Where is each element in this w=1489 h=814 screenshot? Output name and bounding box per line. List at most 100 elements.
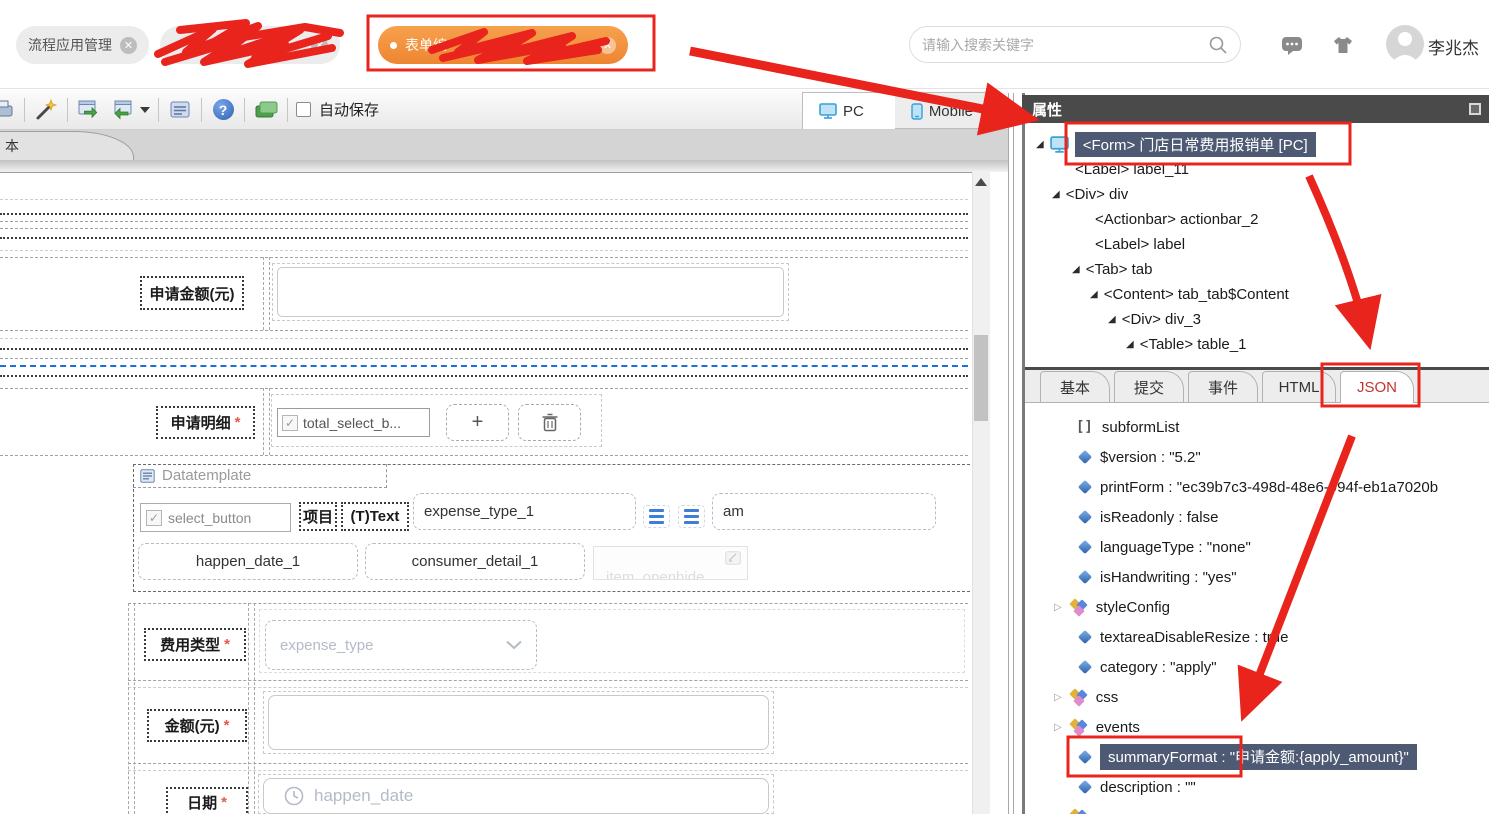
message-icon[interactable] — [1281, 34, 1303, 56]
amount-label[interactable]: 金额(元) * — [147, 709, 247, 742]
top-tab-process-management[interactable]: 流程应用管理 ✕ — [16, 26, 149, 64]
select-button-checkbox[interactable]: ✓ select_button — [140, 503, 291, 532]
cell-border — [248, 603, 249, 814]
expense-type-1-input[interactable]: expense_type_1 — [413, 493, 636, 530]
datatemplate-header[interactable]: Datatemplate — [133, 464, 387, 488]
form-list-icon[interactable] — [167, 97, 193, 123]
tree-node-label: <Div> div — [1065, 186, 1129, 203]
import-icon[interactable] — [110, 97, 136, 123]
json-row-description[interactable]: description : "" — [1077, 772, 1196, 802]
apply-amount-input[interactable] — [277, 267, 784, 317]
grid-line — [0, 375, 968, 377]
search-input[interactable] — [922, 36, 1208, 53]
property-diamond-icon — [1077, 539, 1093, 555]
tree-row-div3[interactable]: ◢ <Div> div_3 — [1108, 307, 1201, 332]
checkbox-checked-icon[interactable]: ✓ — [282, 414, 298, 431]
layers-icon[interactable] — [253, 97, 279, 123]
text-type-label[interactable]: (T)Text — [341, 502, 409, 531]
consumer-detail-1-input[interactable]: consumer_detail_1 — [365, 543, 585, 580]
json-row-styleConfig[interactable]: ▷ styleConfig — [1054, 592, 1170, 622]
amount-1-input[interactable]: am — [712, 493, 936, 530]
add-row-button[interactable]: + — [446, 404, 509, 441]
json-row-summaryFormat[interactable]: summaryFormat : "申请金额:{apply_amount}" — [1077, 742, 1417, 772]
close-icon[interactable]: ✕ — [120, 36, 137, 54]
tree-row-table1[interactable]: ◢ <Table> table_1 — [1126, 332, 1246, 357]
item-openhide-field[interactable]: item_openhide — [593, 546, 748, 580]
close-icon[interactable]: ✕ — [311, 36, 328, 54]
scroll-thumb[interactable] — [974, 335, 988, 421]
delete-row-button[interactable] — [518, 404, 581, 441]
json-row-isReadonly[interactable]: isReadonly : false — [1077, 502, 1218, 532]
list-config-icon[interactable] — [678, 505, 705, 528]
expander-icon[interactable]: ◢ — [1108, 314, 1116, 325]
avatar[interactable] — [1386, 25, 1424, 63]
top-tab-form-editor[interactable]: 表单编 ✕ — [378, 26, 628, 64]
tree-row-content[interactable]: ◢ <Content> tab_tab$Content — [1090, 282, 1289, 307]
item-label[interactable]: 项目 — [299, 502, 337, 531]
scroll-up-icon[interactable] — [975, 178, 987, 186]
happen-date-input[interactable]: happen_date — [263, 778, 769, 814]
expander-icon[interactable]: ◢ — [1090, 289, 1098, 300]
json-row-languageType[interactable]: languageType : "none" — [1077, 532, 1251, 562]
tree-row-actionbar[interactable]: <Actionbar> actionbar_2 — [1095, 207, 1258, 232]
tab-html[interactable]: HTML — [1262, 371, 1336, 402]
tab-json[interactable]: JSON — [1340, 371, 1414, 403]
property-diamond-icon — [1077, 749, 1093, 765]
expander-icon[interactable]: ▷ — [1054, 602, 1062, 613]
required-mark: * — [223, 717, 230, 734]
expander-icon[interactable]: ◢ — [1052, 189, 1060, 200]
top-tab-redacted[interactable]: ✕ — [160, 26, 340, 64]
checkbox-checked-icon[interactable]: ✓ — [146, 509, 162, 526]
user-name[interactable]: 李兆杰 — [1428, 34, 1479, 59]
expense-type-select[interactable]: expense_type — [265, 620, 537, 670]
canvas-scrollbar[interactable] — [972, 172, 990, 814]
panel-collapse-icon[interactable] — [1469, 103, 1481, 115]
field-label: 日期 — [187, 794, 218, 812]
export-icon[interactable] — [76, 97, 102, 123]
json-row-subformList[interactable]: [] subformList — [1076, 412, 1179, 442]
tab-basic[interactable]: 基本 — [1040, 371, 1110, 402]
json-row-clipped[interactable]: ▷ — [1054, 802, 1088, 814]
object-icon — [1069, 598, 1088, 617]
tree-row-label11[interactable]: <Label> label_11 — [1075, 157, 1189, 182]
print-icon[interactable] — [0, 97, 16, 123]
expander-icon[interactable]: ◢ — [1126, 339, 1134, 350]
expense-type-label[interactable]: 费用类型 * — [144, 628, 246, 661]
search-icon[interactable] — [1208, 35, 1228, 55]
tree-row-form[interactable]: ◢ <Form> 门店日常费用报销单 [PC] — [1036, 132, 1316, 157]
tree-row-label[interactable]: <Label> label — [1095, 232, 1185, 257]
theme-shirt-icon[interactable] — [1332, 34, 1354, 56]
total-select-checkbox[interactable]: ✓ total_select_b... — [277, 408, 430, 437]
expander-icon[interactable]: ◢ — [1036, 139, 1044, 150]
json-row-category[interactable]: category : "apply" — [1077, 652, 1217, 682]
json-row-isHandwriting[interactable]: isHandwriting : "yes" — [1077, 562, 1237, 592]
autosave-checkbox[interactable] — [296, 102, 311, 117]
device-tab-pc[interactable]: PC — [803, 93, 895, 129]
device-tab-mobile[interactable]: Mobile — [895, 93, 989, 129]
wand-icon[interactable] — [33, 97, 59, 123]
apply-detail-label[interactable]: 申请明细 * — [156, 406, 255, 439]
tree-row-tab[interactable]: ◢ <Tab> tab — [1072, 257, 1152, 282]
list-config-icon[interactable] — [643, 505, 670, 528]
json-row-printForm[interactable]: printForm : "ec39b7c3-498d-48e6-994f-eb1… — [1077, 472, 1438, 502]
help-icon[interactable]: ? — [210, 97, 236, 123]
json-row-events[interactable]: ▷ events — [1054, 712, 1140, 742]
expander-icon[interactable]: ◢ — [1072, 264, 1080, 275]
person-icon — [1391, 32, 1419, 63]
expander-icon[interactable]: ▷ — [1054, 722, 1062, 733]
json-row-css[interactable]: ▷ css — [1054, 682, 1118, 712]
date-label[interactable]: 日期 * — [166, 787, 248, 814]
tab-event[interactable]: 事件 — [1188, 371, 1258, 402]
tree-row-div[interactable]: ◢ <Div> div — [1052, 182, 1128, 207]
tab-submit[interactable]: 提交 — [1114, 371, 1184, 402]
cell-border — [254, 603, 255, 814]
amount-input[interactable] — [268, 695, 769, 750]
apply-amount-label[interactable]: 申请金额(元) — [140, 276, 244, 310]
json-row-version[interactable]: $version : "5.2" — [1077, 442, 1201, 472]
close-icon[interactable]: ✕ — [599, 36, 616, 54]
happen-date-1-input[interactable]: happen_date_1 — [138, 543, 358, 580]
dropdown-caret-icon[interactable] — [140, 106, 150, 113]
grid-line — [0, 250, 968, 251]
expander-icon[interactable]: ▷ — [1054, 692, 1062, 703]
json-row-textareaDisableResize[interactable]: textareaDisableResize : true — [1077, 622, 1288, 652]
